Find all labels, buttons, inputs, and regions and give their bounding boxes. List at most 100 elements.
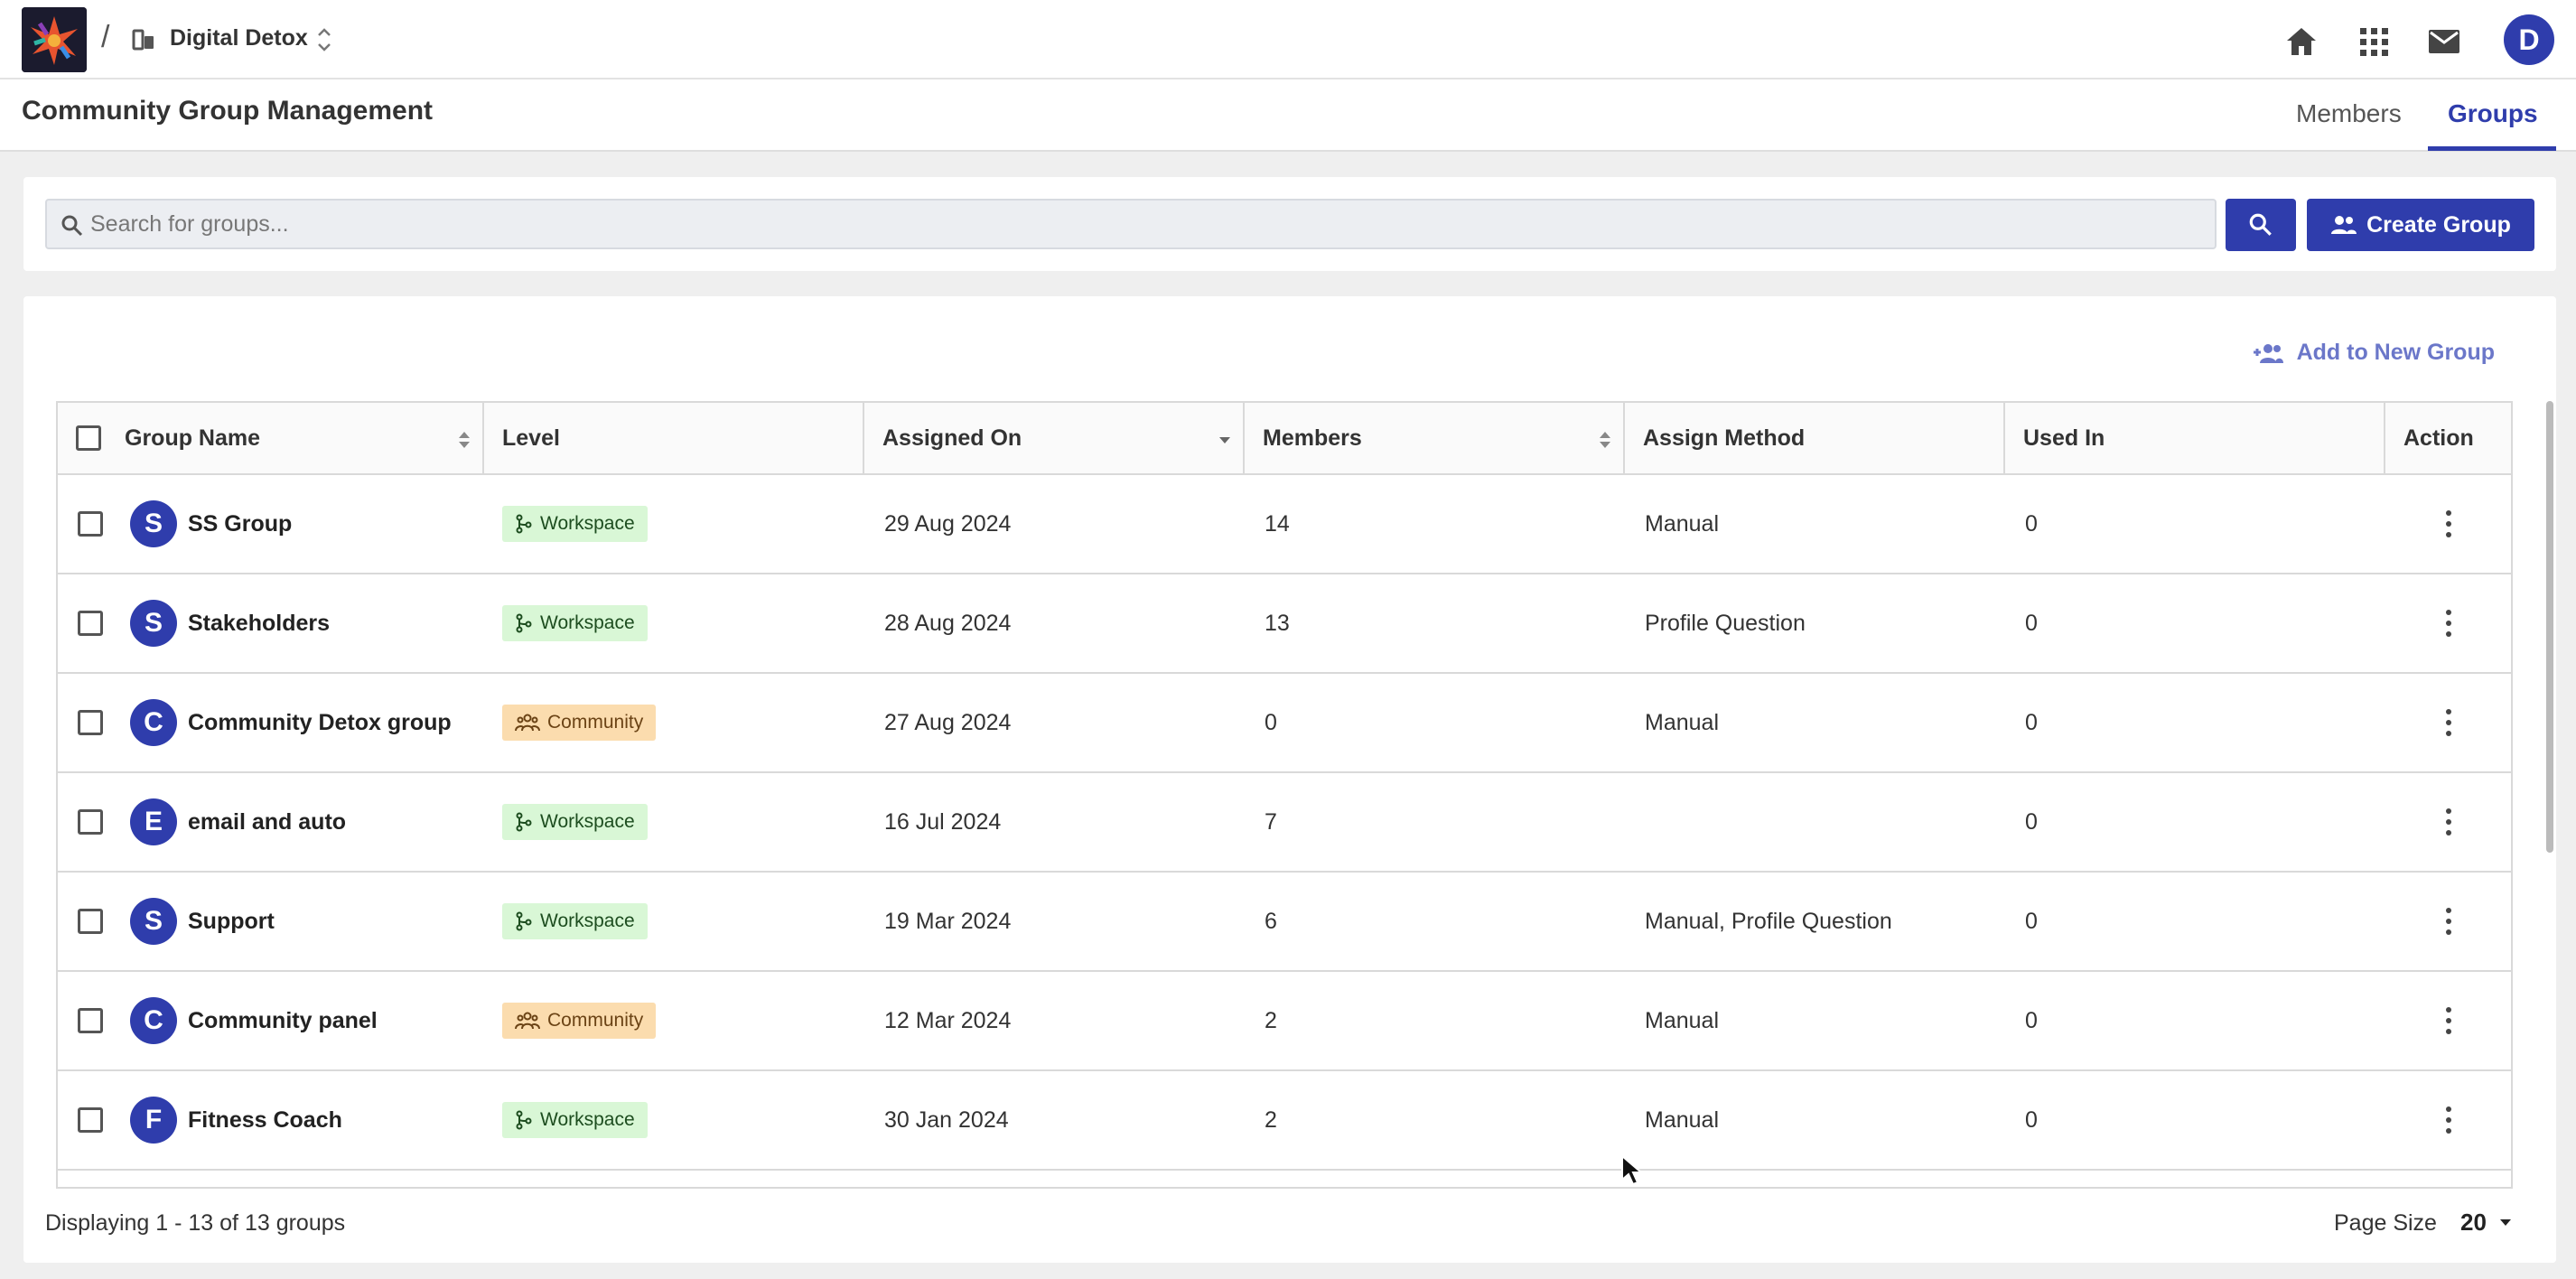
page-size-select[interactable]: 20 — [2460, 1209, 2487, 1237]
more-actions-icon[interactable] — [2445, 908, 2452, 935]
cell-used-in: 0 — [2025, 1007, 2038, 1033]
cell-action — [2385, 773, 2511, 871]
cell-level: Community — [484, 674, 864, 771]
col-members[interactable]: Members — [1245, 403, 1625, 473]
group-name[interactable]: Community Detox group — [188, 710, 452, 736]
cell-group-name: S Support — [58, 873, 484, 970]
cell-used-in: 0 — [2025, 610, 2038, 636]
col-header-label: Members — [1263, 425, 1362, 451]
group-avatar: C — [130, 997, 177, 1044]
row-checkbox[interactable] — [78, 511, 103, 537]
row-checkbox[interactable] — [78, 809, 103, 835]
group-name[interactable]: Community panel — [188, 1008, 378, 1034]
add-to-new-group-label: Add to New Group — [2296, 340, 2495, 365]
table-row[interactable]: C Community panel Community 12 Mar 2024 2 Man… — [56, 972, 2513, 1071]
table-row-partial — [56, 1171, 2513, 1189]
group-name[interactable]: SS Group — [188, 511, 292, 537]
page-title: Community Group Management — [22, 96, 434, 126]
cell-assign-method: Manual — [1645, 709, 1719, 735]
more-actions-icon[interactable] — [2445, 709, 2452, 736]
row-checkbox[interactable] — [78, 909, 103, 934]
row-checkbox[interactable] — [78, 611, 103, 636]
table-row[interactable]: Eemail and auto Workspace 16 Jul 2024 7 0 — [56, 773, 2513, 873]
cell-action — [2385, 1071, 2511, 1169]
sort-desc-icon[interactable] — [1216, 428, 1234, 452]
level-badge: Workspace — [502, 804, 648, 840]
table-row[interactable]: F Fitness Coach Workspace 30 Jan 2024 2 Manua… — [56, 1071, 2513, 1171]
row-checkbox[interactable] — [78, 1008, 103, 1033]
cell-action — [2385, 972, 2511, 1069]
add-to-new-group-button[interactable]: Add to New Group — [2252, 340, 2495, 366]
create-group-button[interactable]: Create Group — [2307, 199, 2534, 251]
cell-members: 0 — [1265, 709, 1277, 735]
search-input[interactable] — [90, 201, 2204, 247]
col-group-name[interactable]: Group Name — [58, 403, 484, 473]
more-actions-icon[interactable] — [2445, 510, 2452, 537]
pagination-summary: Displaying 1 - 13 of 13 groups — [45, 1210, 346, 1236]
cell-level: Workspace — [484, 574, 864, 672]
group-avatar: E — [130, 798, 177, 845]
level-label: Workspace — [540, 1109, 635, 1130]
cell-group-name: C Community Detox group — [58, 674, 484, 771]
table-header: Group Name Level Assigned On Members Ass… — [56, 401, 2513, 475]
tab-members[interactable]: Members — [2296, 99, 2402, 128]
app-logo[interactable] — [22, 7, 87, 72]
col-action: Action — [2385, 403, 2511, 473]
mail-icon[interactable] — [2426, 23, 2462, 60]
level-label: Workspace — [540, 612, 635, 633]
group-name[interactable]: Stakeholders — [188, 611, 330, 637]
group-name[interactable]: Support — [188, 909, 275, 935]
more-actions-icon[interactable] — [2445, 1106, 2452, 1134]
table-row[interactable]: S Support Workspace 19 Mar 2024 6 Manual, Pro… — [56, 873, 2513, 972]
scrollbar-thumb[interactable] — [2546, 401, 2553, 853]
cell-assigned-on: 27 Aug 2024 — [884, 709, 1012, 735]
group-name[interactable]: email and auto — [188, 809, 346, 836]
col-level: Level — [484, 403, 864, 473]
search-box — [45, 199, 2217, 249]
home-icon[interactable] — [2283, 23, 2319, 60]
cell-group-name: F Fitness Coach — [58, 1071, 484, 1169]
col-header-label: Assigned On — [882, 425, 1022, 451]
group-avatar: S — [130, 600, 177, 647]
create-group-label: Create Group — [2366, 211, 2511, 238]
page-size-caret-icon[interactable] — [2500, 1219, 2511, 1226]
more-actions-icon[interactable] — [2445, 808, 2452, 836]
level-badge: Workspace — [502, 1102, 648, 1138]
table-scrollbar[interactable] — [2545, 401, 2554, 1142]
group-icon — [2331, 216, 2357, 234]
user-avatar[interactable]: D — [2504, 14, 2554, 65]
search-icon — [2249, 213, 2272, 236]
workspace-switch-chevron-icon[interactable] — [313, 23, 336, 56]
search-button[interactable] — [2226, 199, 2296, 251]
workspace-icon — [132, 29, 154, 51]
cell-used-in: 0 — [2025, 808, 2038, 835]
cell-group-name: S Stakeholders — [58, 574, 484, 672]
level-label: Workspace — [540, 910, 635, 931]
apps-grid-icon[interactable] — [2356, 23, 2392, 60]
cell-assign-method — [1625, 773, 2005, 871]
sort-icon[interactable] — [1596, 428, 1614, 452]
table-row[interactable]: C Community Detox group Community 27 Aug 20… — [56, 674, 2513, 773]
workspace-name[interactable]: Digital Detox — [170, 25, 308, 51]
more-actions-icon[interactable] — [2445, 610, 2452, 637]
col-assigned-on[interactable]: Assigned On — [864, 403, 1245, 473]
tab-groups[interactable]: Groups — [2448, 99, 2538, 128]
level-badge: Workspace — [502, 506, 648, 542]
level-badge: Community — [502, 1003, 657, 1039]
cell-assign-method: Profile Question — [1645, 610, 1806, 636]
cell-assign-method: Manual — [1645, 1106, 1719, 1133]
col-header-label: Level — [502, 425, 560, 451]
cell-action — [2385, 873, 2511, 970]
row-checkbox[interactable] — [78, 1107, 103, 1133]
group-name[interactable]: Fitness Coach — [188, 1107, 342, 1134]
cell-level: Workspace — [484, 873, 864, 970]
cell-action — [2385, 475, 2511, 573]
level-badge: Workspace — [502, 605, 648, 641]
table-row[interactable]: S Stakeholders Workspace 28 Aug 2024 13 Profi… — [56, 574, 2513, 674]
cell-used-in: 0 — [2025, 1106, 2038, 1133]
more-actions-icon[interactable] — [2445, 1007, 2452, 1034]
row-checkbox[interactable] — [78, 710, 103, 735]
sort-icon[interactable] — [455, 428, 473, 452]
table-row[interactable]: S SS Group Workspace 29 Aug 2024 14 Manual 0 — [56, 475, 2513, 574]
select-all-checkbox[interactable] — [76, 425, 101, 451]
